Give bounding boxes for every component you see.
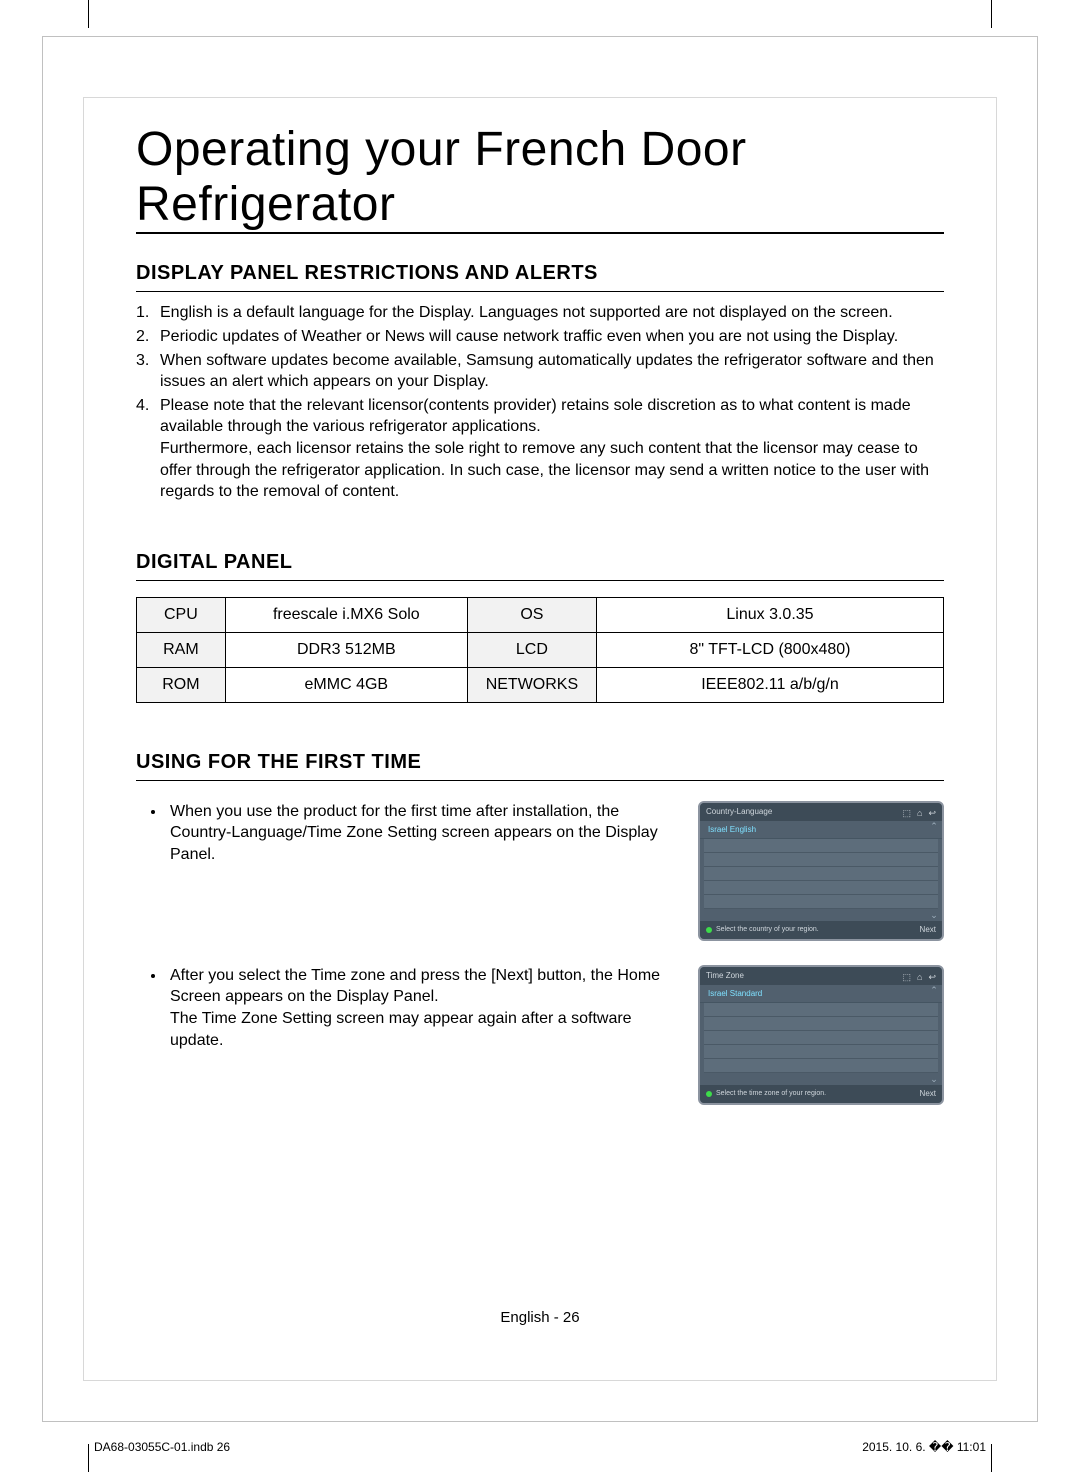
section-heading-digital-panel: DIGITAL PANEL (136, 551, 944, 581)
next-button-label: Next (920, 1089, 936, 1098)
chapter-title: Operating your French Door Refrigerator (136, 122, 944, 234)
spec-value: IEEE802.11 a/b/g/n (596, 667, 943, 702)
panel-icons: ⬚ ⌂ ↩ (897, 967, 937, 985)
spec-label: CPU (137, 597, 226, 632)
spec-value: DDR3 512MB (225, 632, 467, 667)
print-footer: DA68-03055C-01.indb 26 2015. 10. 6. �� 1… (94, 1440, 986, 1454)
panel-footer-text: Select the country of your region. (716, 926, 920, 933)
spec-table: CPU freescale i.MX6 Solo OS Linux 3.0.35… (136, 597, 944, 703)
widget-icon: ⬚ (903, 972, 912, 982)
country-language-screenshot: Country-Language ⬚ ⌂ ↩ Israel English ⌃ ⌄ S… (698, 801, 944, 941)
panel-title: Time Zone (706, 971, 897, 980)
home-icon: ⌂ (917, 972, 922, 982)
table-row: ROM eMMC 4GB NETWORKS IEEE802.11 a/b/g/n (137, 667, 944, 702)
section-heading-first-time: USING FOR THE FIRST TIME (136, 751, 944, 781)
widget-icon: ⬚ (903, 808, 912, 818)
print-timestamp: 2015. 10. 6. �� 11:01 (862, 1440, 986, 1454)
alert-item: When software updates become available, … (160, 350, 944, 393)
chevron-down-icon: ⌄ (930, 910, 938, 921)
print-file-id: DA68-03055C-01.indb 26 (94, 1440, 230, 1454)
chevron-up-icon: ⌃ (930, 821, 938, 832)
status-dot-icon (706, 1091, 712, 1097)
panel-icons: ⬚ ⌂ ↩ (897, 803, 937, 821)
spec-label: NETWORKS (467, 667, 596, 702)
home-icon: ⌂ (917, 808, 922, 818)
chevron-down-icon: ⌄ (930, 1074, 938, 1085)
list-item: After you select the Time zone and press… (166, 965, 678, 1051)
panel-footer-text: Select the time zone of your region. (716, 1090, 920, 1097)
spec-label: ROM (137, 667, 226, 702)
time-zone-screenshot: Time Zone ⬚ ⌂ ↩ Israel Standard ⌃ ⌄ Select … (698, 965, 944, 1105)
chevron-up-icon: ⌃ (930, 985, 938, 996)
table-row: RAM DDR3 512MB LCD 8" TFT-LCD (800x480) (137, 632, 944, 667)
back-icon: ↩ (928, 972, 936, 982)
alert-item: Periodic updates of Weather or News will… (160, 326, 944, 348)
page-footer-center: English - 26 (84, 1309, 996, 1326)
alert-item: English is a default language for the Di… (160, 302, 944, 324)
panel-title: Country-Language (706, 807, 897, 816)
panel-selected-item: Israel Standard (700, 985, 942, 1003)
status-dot-icon (706, 927, 712, 933)
first-time-bullet: When you use the product for the first t… (136, 801, 678, 941)
back-icon: ↩ (928, 808, 936, 818)
next-button-label: Next (920, 925, 936, 934)
alert-item: Please note that the relevant licensor(c… (160, 395, 944, 503)
spec-value: 8" TFT-LCD (800x480) (596, 632, 943, 667)
panel-selected-item: Israel English (700, 821, 942, 839)
spec-value: Linux 3.0.35 (596, 597, 943, 632)
table-row: CPU freescale i.MX6 Solo OS Linux 3.0.35 (137, 597, 944, 632)
spec-label: LCD (467, 632, 596, 667)
section-heading-alerts: DISPLAY PANEL RESTRICTIONS AND ALERTS (136, 262, 944, 292)
spec-value: eMMC 4GB (225, 667, 467, 702)
alerts-list: English is a default language for the Di… (136, 302, 944, 502)
spec-label: RAM (137, 632, 226, 667)
list-item: When you use the product for the first t… (166, 801, 678, 866)
outer-crop-frame: Operating your French Door Refrigerator … (42, 36, 1038, 1422)
page-frame: Operating your French Door Refrigerator … (83, 97, 997, 1381)
spec-value: freescale i.MX6 Solo (225, 597, 467, 632)
first-time-bullet: After you select the Time zone and press… (136, 965, 678, 1105)
spec-label: OS (467, 597, 596, 632)
